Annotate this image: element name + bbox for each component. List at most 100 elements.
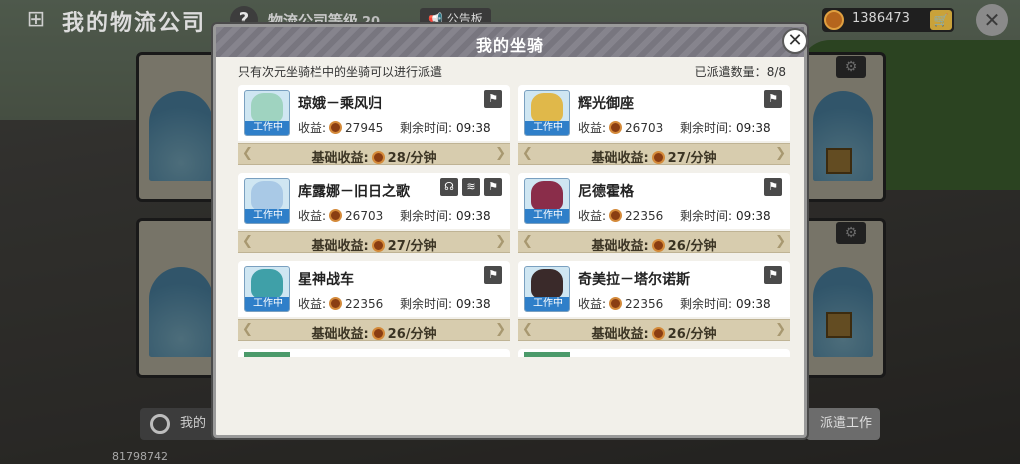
mount-earnings: 收益: 26703 — [298, 209, 384, 223]
working-status-tag: 工作中 — [245, 297, 289, 311]
coin-icon — [371, 327, 385, 340]
coin-icon — [371, 151, 385, 164]
base-income-rate: 28/分钟 — [387, 151, 437, 166]
working-status-tag: 工作中 — [525, 209, 569, 223]
mount-name: 星神战车 — [298, 272, 354, 288]
my-button[interactable]: 我的 — [140, 408, 220, 440]
mount-remaining-time: 剩余时间: 09:38 — [680, 297, 771, 311]
wing-icon[interactable]: ≋ — [462, 178, 480, 196]
my-button-label: 我的 — [180, 416, 207, 431]
mount-remaining-time: 剩余时间: 09:38 — [400, 121, 491, 135]
chevron-right-icon: ❯ — [495, 322, 506, 337]
coin-icon — [329, 121, 343, 134]
working-status-tag: 工作中 — [525, 121, 569, 135]
base-income-bar: ❮ 基础收益: 27/分钟 ❯ — [518, 143, 790, 166]
mount-earnings: 收益: 26703 — [578, 121, 664, 135]
mount-name: 尼德霍格 — [578, 184, 634, 200]
mount-name: 琼娥－乘风归 — [298, 96, 382, 112]
base-income-bar: ❮ 基础收益: 26/分钟 ❯ — [518, 231, 790, 254]
base-income-rate: 27/分钟 — [387, 239, 437, 254]
mount-portrait — [251, 181, 283, 211]
mount-card[interactable]: 工作中 辉光御座 收益: 26703 剩余时间: 09:38 ⚑ ❮ 基础收益: 27… — [518, 85, 790, 169]
mount-card[interactable]: 工作中 库露娜－旧日之歌 收益: 26703 剩余时间: 09:38 ☊ ≋ ⚑ ❮… — [238, 173, 510, 257]
base-income-bar: ❮ 基础收益: 26/分钟 ❯ — [238, 319, 510, 342]
mount-earnings: 收益: 22356 — [578, 297, 664, 311]
mount-portrait — [531, 181, 563, 211]
mount-remaining-time: 剩余时间: 09:38 — [680, 209, 771, 223]
mount-card-partial[interactable] — [518, 349, 790, 357]
mount-remaining-time: 剩余时间: 09:38 — [680, 121, 771, 135]
mount-thumbnail: 工作中 — [524, 266, 570, 312]
coin-icon — [651, 151, 665, 164]
dispatched-value: 8/8 — [766, 65, 786, 79]
mount-card[interactable]: 工作中 星神战车 收益: 22356 剩余时间: 09:38 ⚑ ❮ 基础收益: 26… — [238, 261, 510, 345]
working-status-tag: 工作中 — [245, 209, 289, 223]
my-mounts-dialog: 我的坐骑 ✕ 只有次元坐骑栏中的坐骑可以进行派遣 已派遣数量：8/8 工作中 琼… — [213, 24, 808, 438]
base-income-bar: ❮ 基础收益: 28/分钟 ❯ — [238, 143, 510, 166]
base-income-rate: 26/分钟 — [387, 327, 437, 342]
coin-icon — [651, 239, 665, 252]
dispatch-flag-icon[interactable]: ⚑ — [764, 90, 782, 108]
page-title: 我的物流公司 — [62, 11, 207, 36]
dispatched-count: 已派遣数量：8/8 — [695, 63, 786, 80]
chevron-right-icon: ❯ — [495, 146, 506, 161]
base-income-bar: ❮ 基础收益: 27/分钟 ❯ — [238, 231, 510, 254]
dispatch-flag-icon[interactable]: ⚑ — [764, 266, 782, 284]
mount-earnings: 收益: 22356 — [578, 209, 664, 223]
dispatch-flag-icon[interactable]: ⚑ — [764, 178, 782, 196]
skill-icon[interactable]: ☊ — [440, 178, 458, 196]
close-dialog-button[interactable]: ✕ — [782, 28, 808, 54]
mount-remaining-time: 剩余时间: 09:38 — [400, 297, 491, 311]
chevron-right-icon: ❯ — [495, 234, 506, 249]
dialog-title: 我的坐骑 — [475, 36, 544, 55]
mount-name: 辉光御座 — [578, 96, 634, 112]
base-income-bar: ❮ 基础收益: 26/分钟 ❯ — [518, 319, 790, 342]
mount-portrait — [251, 269, 283, 299]
coin-icon — [609, 209, 623, 222]
coin-icon — [651, 327, 665, 340]
coin-icon — [609, 121, 623, 134]
mount-name: 库露娜－旧日之歌 — [298, 184, 410, 200]
coin-icon — [824, 10, 844, 30]
base-income-rate: 27/分钟 — [667, 151, 717, 166]
coin-icon — [371, 239, 385, 252]
mount-list[interactable]: 工作中 琼娥－乘风归 收益: 27945 剩余时间: 09:38 ⚑ ❮ 基础收益:… — [238, 85, 790, 357]
dispatch-flag-icon[interactable]: ⚑ — [484, 178, 502, 196]
mount-thumbnail: 工作中 — [524, 178, 570, 224]
dispatch-notice: 只有次元坐骑栏中的坐骑可以进行派遣 — [238, 65, 443, 79]
dialog-header: 我的坐骑 ✕ — [216, 27, 808, 57]
mount-portrait — [531, 93, 563, 123]
mount-portrait — [251, 93, 283, 123]
player-id: 81798742 — [112, 450, 168, 463]
mount-thumbnail: 工作中 — [244, 178, 290, 224]
close-page-button[interactable]: ✕ — [976, 4, 1008, 36]
dispatched-label: 已派遣数量： — [694, 65, 767, 79]
coin-icon — [609, 297, 623, 310]
chevron-right-icon: ❯ — [775, 146, 786, 161]
mount-name: 奇美拉－塔尔诺斯 — [578, 272, 690, 288]
dispatch-flag-icon[interactable]: ⚑ — [484, 266, 502, 284]
mount-card-partial[interactable] — [238, 349, 510, 357]
working-status-tag: 工作中 — [245, 121, 289, 135]
mount-card[interactable]: 工作中 奇美拉－塔尔诺斯 收益: 22356 剩余时间: 09:38 ⚑ ❮ 基础收… — [518, 261, 790, 345]
dispatch-flag-icon[interactable]: ⚑ — [484, 90, 502, 108]
mount-remaining-time: 剩余时间: 09:38 — [400, 209, 491, 223]
mount-thumbnail: 工作中 — [244, 266, 290, 312]
mount-thumbnail: 工作中 — [524, 90, 570, 136]
coin-icon — [329, 297, 343, 310]
mount-card[interactable]: 工作中 尼德霍格 收益: 22356 剩余时间: 09:38 ⚑ ❮ 基础收益: 26… — [518, 173, 790, 257]
cart-icon[interactable]: 🛒 — [930, 10, 952, 30]
mount-earnings: 收益: 22356 — [298, 297, 384, 311]
coin-balance: 1386473 🛒 — [822, 8, 954, 32]
mount-earnings: 收益: 27945 — [298, 121, 384, 135]
grid-home-icon[interactable]: ⊞ — [22, 6, 50, 34]
base-income-rate: 26/分钟 — [667, 327, 717, 342]
chevron-right-icon: ❯ — [775, 322, 786, 337]
coin-value: 1386473 — [852, 11, 910, 26]
mount-card[interactable]: 工作中 琼娥－乘风归 收益: 27945 剩余时间: 09:38 ⚑ ❮ 基础收益:… — [238, 85, 510, 169]
chevron-right-icon: ❯ — [775, 234, 786, 249]
coin-icon — [329, 209, 343, 222]
base-income-rate: 26/分钟 — [667, 239, 717, 254]
dispatch-work-button[interactable]: 派遣工作 — [806, 408, 880, 440]
mount-thumbnail: 工作中 — [244, 90, 290, 136]
